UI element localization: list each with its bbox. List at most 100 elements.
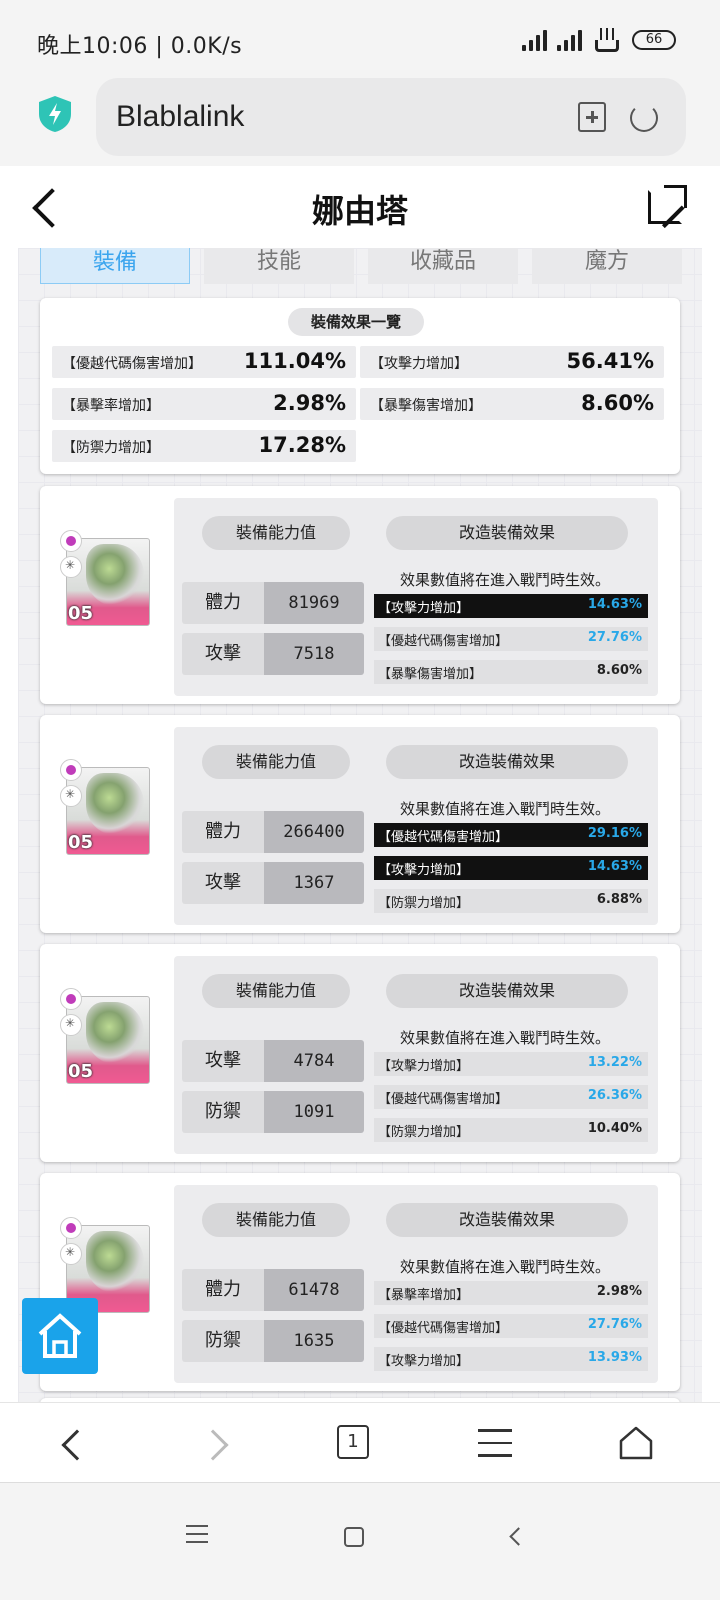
menu-icon[interactable] [478,1429,512,1467]
mod-effect-row: 【優越代碼傷害增加】 29.16% [374,823,648,847]
mod-effects-title: 改造裝備效果 [386,516,628,550]
effect-summary: 裝備效果一覽 【優越代碼傷害增加】 111.04% 【攻擊力增加】 56.41%… [40,298,680,474]
mod-effect-label: 【優越代碼傷害增加】 [378,1092,509,1107]
manufacturer-badge-icon [60,530,82,552]
stat-label: 體力 [182,582,264,624]
summary-label: 【防禦力增加】 [62,440,160,456]
system-home-icon[interactable] [344,1527,364,1547]
summary-value: 111.04% [243,349,346,373]
mod-effect-row: 【優越代碼傷害增加】 27.76% [374,1314,648,1338]
browser-nav-bar: 1 [0,1402,720,1482]
battery-icon: 66 [632,30,676,50]
mod-effect-value: 13.22% [587,1055,642,1070]
mod-effect-row: 【防禦力增加】 10.40% [374,1118,648,1142]
stat-value: 266400 [264,811,364,853]
stat-row: 攻擊 1367 [182,862,364,904]
stats-title: 裝備能力值 [202,745,350,779]
mod-effect-value: 27.76% [587,1317,642,1332]
summary-label: 【暴擊傷害增加】 [370,398,482,414]
equipment-card[interactable]: 05 裝備能力值 改造裝備效果 效果數值將在進入戰鬥時生效。 攻擊 4784 防… [40,944,680,1162]
signal-icon [522,29,547,51]
class-badge-icon [60,556,82,578]
bookmark-add-icon[interactable] [578,102,606,132]
mod-effect-label: 【攻擊力增加】 [378,1059,470,1074]
router-icon [592,26,622,54]
summary-row: 【防禦力增加】 17.28% [52,430,356,462]
address-text[interactable]: Blablalink [116,100,244,134]
tab-bar: 裝備 技能 收藏品 魔方 [40,248,682,284]
equipment-card[interactable]: 裝備能力值 改造裝備效果 效果數值將在進入戰鬥時生效。 體力 61478 防禦 … [40,1173,680,1391]
content-area[interactable]: 裝備 技能 收藏品 魔方 裝備效果一覽 【優越代碼傷害增加】 111.04% 【… [18,248,702,1430]
stats-title: 裝備能力值 [202,1203,350,1237]
home-button[interactable] [22,1298,98,1374]
browser-bar: Blablalink [0,76,720,166]
stat-value: 1367 [264,862,364,904]
mod-effect-value: 14.63% [587,597,642,612]
shield-icon[interactable] [37,95,73,133]
mod-effect-value: 2.98% [596,1284,642,1299]
equipment-art [86,1002,144,1064]
equipment-level: 05 [68,603,94,624]
mod-effect-label: 【優越代碼傷害增加】 [378,634,509,649]
system-back-icon[interactable] [509,1527,528,1546]
page-header: 娜由塔 [0,168,720,248]
summary-row: 【攻擊力增加】 56.41% [360,346,664,378]
mod-effect-label: 【防禦力增加】 [378,896,470,911]
mod-effect-label: 【優越代碼傷害增加】 [378,830,509,845]
mod-effect-row: 【攻擊力增加】 13.93% [374,1347,648,1371]
mod-effect-label: 【暴擊率增加】 [378,1288,470,1303]
mod-effect-value: 26.36% [587,1088,642,1103]
tab-cube[interactable]: 魔方 [532,248,682,284]
summary-row: 【暴擊傷害增加】 8.60% [360,388,664,420]
class-badge-icon [60,1014,82,1036]
effect-note: 效果數值將在進入戰鬥時生效。 [400,1029,611,1047]
mod-effects-title: 改造裝備效果 [386,745,628,779]
stat-label: 體力 [182,1269,264,1311]
equipment-thumbnail[interactable]: 05 [60,988,150,1084]
stat-label: 攻擊 [182,633,264,675]
mod-effects-title: 改造裝備效果 [386,974,628,1008]
mod-effect-label: 【攻擊力增加】 [378,863,470,878]
status-bar: 晚上10:06 | 0.0K/s 66 [0,0,720,76]
mod-effect-label: 【攻擊力增加】 [378,601,470,616]
page-title: 娜由塔 [311,192,408,230]
mod-effect-value: 8.60% [596,663,642,678]
equipment-thumbnail[interactable]: 05 [60,530,150,626]
tab-collection[interactable]: 收藏品 [368,248,518,284]
equipment-card[interactable]: 05 裝備能力值 改造裝備效果 效果數值將在進入戰鬥時生效。 體力 81969 … [40,486,680,704]
class-badge-icon [60,785,82,807]
mod-effect-row: 【優越代碼傷害增加】 26.36% [374,1085,648,1109]
tab-skills[interactable]: 技能 [204,248,354,284]
forward-icon[interactable] [197,1429,229,1461]
mod-effect-value: 13.93% [587,1350,642,1365]
tab-equipment[interactable]: 裝備 [40,248,190,284]
address-bar[interactable]: Blablalink [96,78,686,156]
stat-value: 4784 [264,1040,364,1082]
mod-effect-value: 10.40% [587,1121,642,1136]
equipment-art [86,544,144,606]
equipment-art [86,1231,144,1293]
equipment-panel: 裝備能力值 改造裝備效果 效果數值將在進入戰鬥時生效。 體力 81969 攻擊 … [174,498,658,696]
stat-row: 防禦 1091 [182,1091,364,1133]
browser-home-icon[interactable] [618,1425,654,1461]
mod-effect-value: 14.63% [587,859,642,874]
equipment-panel: 裝備能力值 改造裝備效果 效果數值將在進入戰鬥時生效。 體力 266400 攻擊… [174,727,658,925]
tabs-icon[interactable]: 1 [337,1425,369,1459]
external-link-icon[interactable] [648,185,687,224]
system-menu-icon[interactable] [186,1525,208,1549]
mod-effect-label: 【防禦力增加】 [378,1125,470,1140]
stat-value: 7518 [264,633,364,675]
equipment-thumbnail[interactable]: 05 [60,759,150,855]
mod-effect-row: 【攻擊力增加】 13.22% [374,1052,648,1076]
stats-title: 裝備能力值 [202,516,350,550]
mod-effect-label: 【優越代碼傷害增加】 [378,1321,509,1336]
equipment-panel: 裝備能力值 改造裝備效果 效果數值將在進入戰鬥時生效。 體力 61478 防禦 … [174,1185,658,1383]
stat-label: 防禦 [182,1320,264,1362]
equipment-card[interactable]: 05 裝備能力值 改造裝備效果 效果數值將在進入戰鬥時生效。 體力 266400… [40,715,680,933]
reload-icon[interactable] [630,104,658,132]
browser-back-icon[interactable] [61,1429,93,1461]
home-icon [38,1313,82,1358]
system-nav-bar [0,1482,720,1600]
equipment-level: 05 [68,1061,94,1082]
mod-effect-label: 【暴擊傷害增加】 [378,667,483,682]
